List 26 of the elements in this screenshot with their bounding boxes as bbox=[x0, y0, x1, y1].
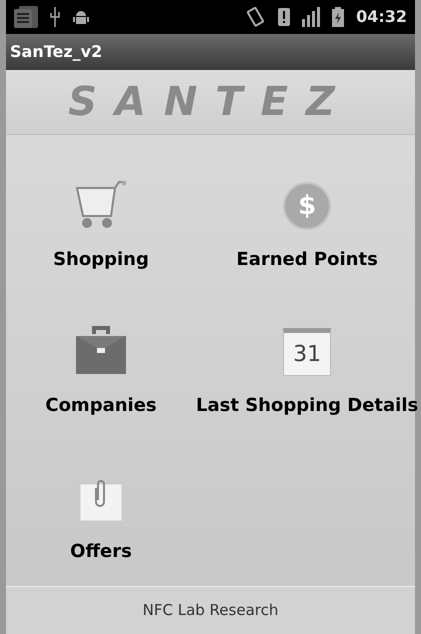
calendar-icon: 31 bbox=[283, 328, 332, 376]
signal-icon bbox=[302, 7, 320, 27]
menu-item[interactable]: Companies bbox=[6, 297, 196, 427]
notification-icon bbox=[14, 6, 38, 28]
alert-icon bbox=[278, 8, 290, 26]
menu-item[interactable]: Shopping bbox=[6, 151, 196, 281]
menu-label: Companies bbox=[45, 394, 157, 418]
footer-text: NFC Lab Research bbox=[142, 600, 278, 622]
shopping-cart-icon bbox=[75, 180, 127, 230]
android-icon bbox=[72, 9, 90, 25]
menu-label: Shopping bbox=[53, 248, 149, 272]
menu-label: Earned Points bbox=[236, 248, 378, 272]
menu-label: Offers bbox=[70, 540, 132, 564]
window-title: SanTez_v2 bbox=[10, 41, 102, 63]
briefcase-icon bbox=[74, 324, 128, 376]
clock: 04:32 bbox=[356, 6, 407, 28]
vibrate-icon bbox=[244, 7, 266, 27]
menu-item[interactable]: $ Earned Points bbox=[196, 151, 418, 281]
dollar-coin-icon: $ bbox=[283, 182, 332, 230]
logo: SANTEZ bbox=[68, 78, 353, 127]
menu-label: Last Shopping Details bbox=[196, 394, 418, 418]
menu-item[interactable]: Offers bbox=[6, 443, 196, 573]
paperclip-note-icon bbox=[79, 478, 123, 522]
battery-icon bbox=[332, 7, 344, 27]
usb-icon bbox=[50, 7, 60, 27]
menu-item[interactable]: 31 Last Shopping Details bbox=[196, 297, 418, 427]
